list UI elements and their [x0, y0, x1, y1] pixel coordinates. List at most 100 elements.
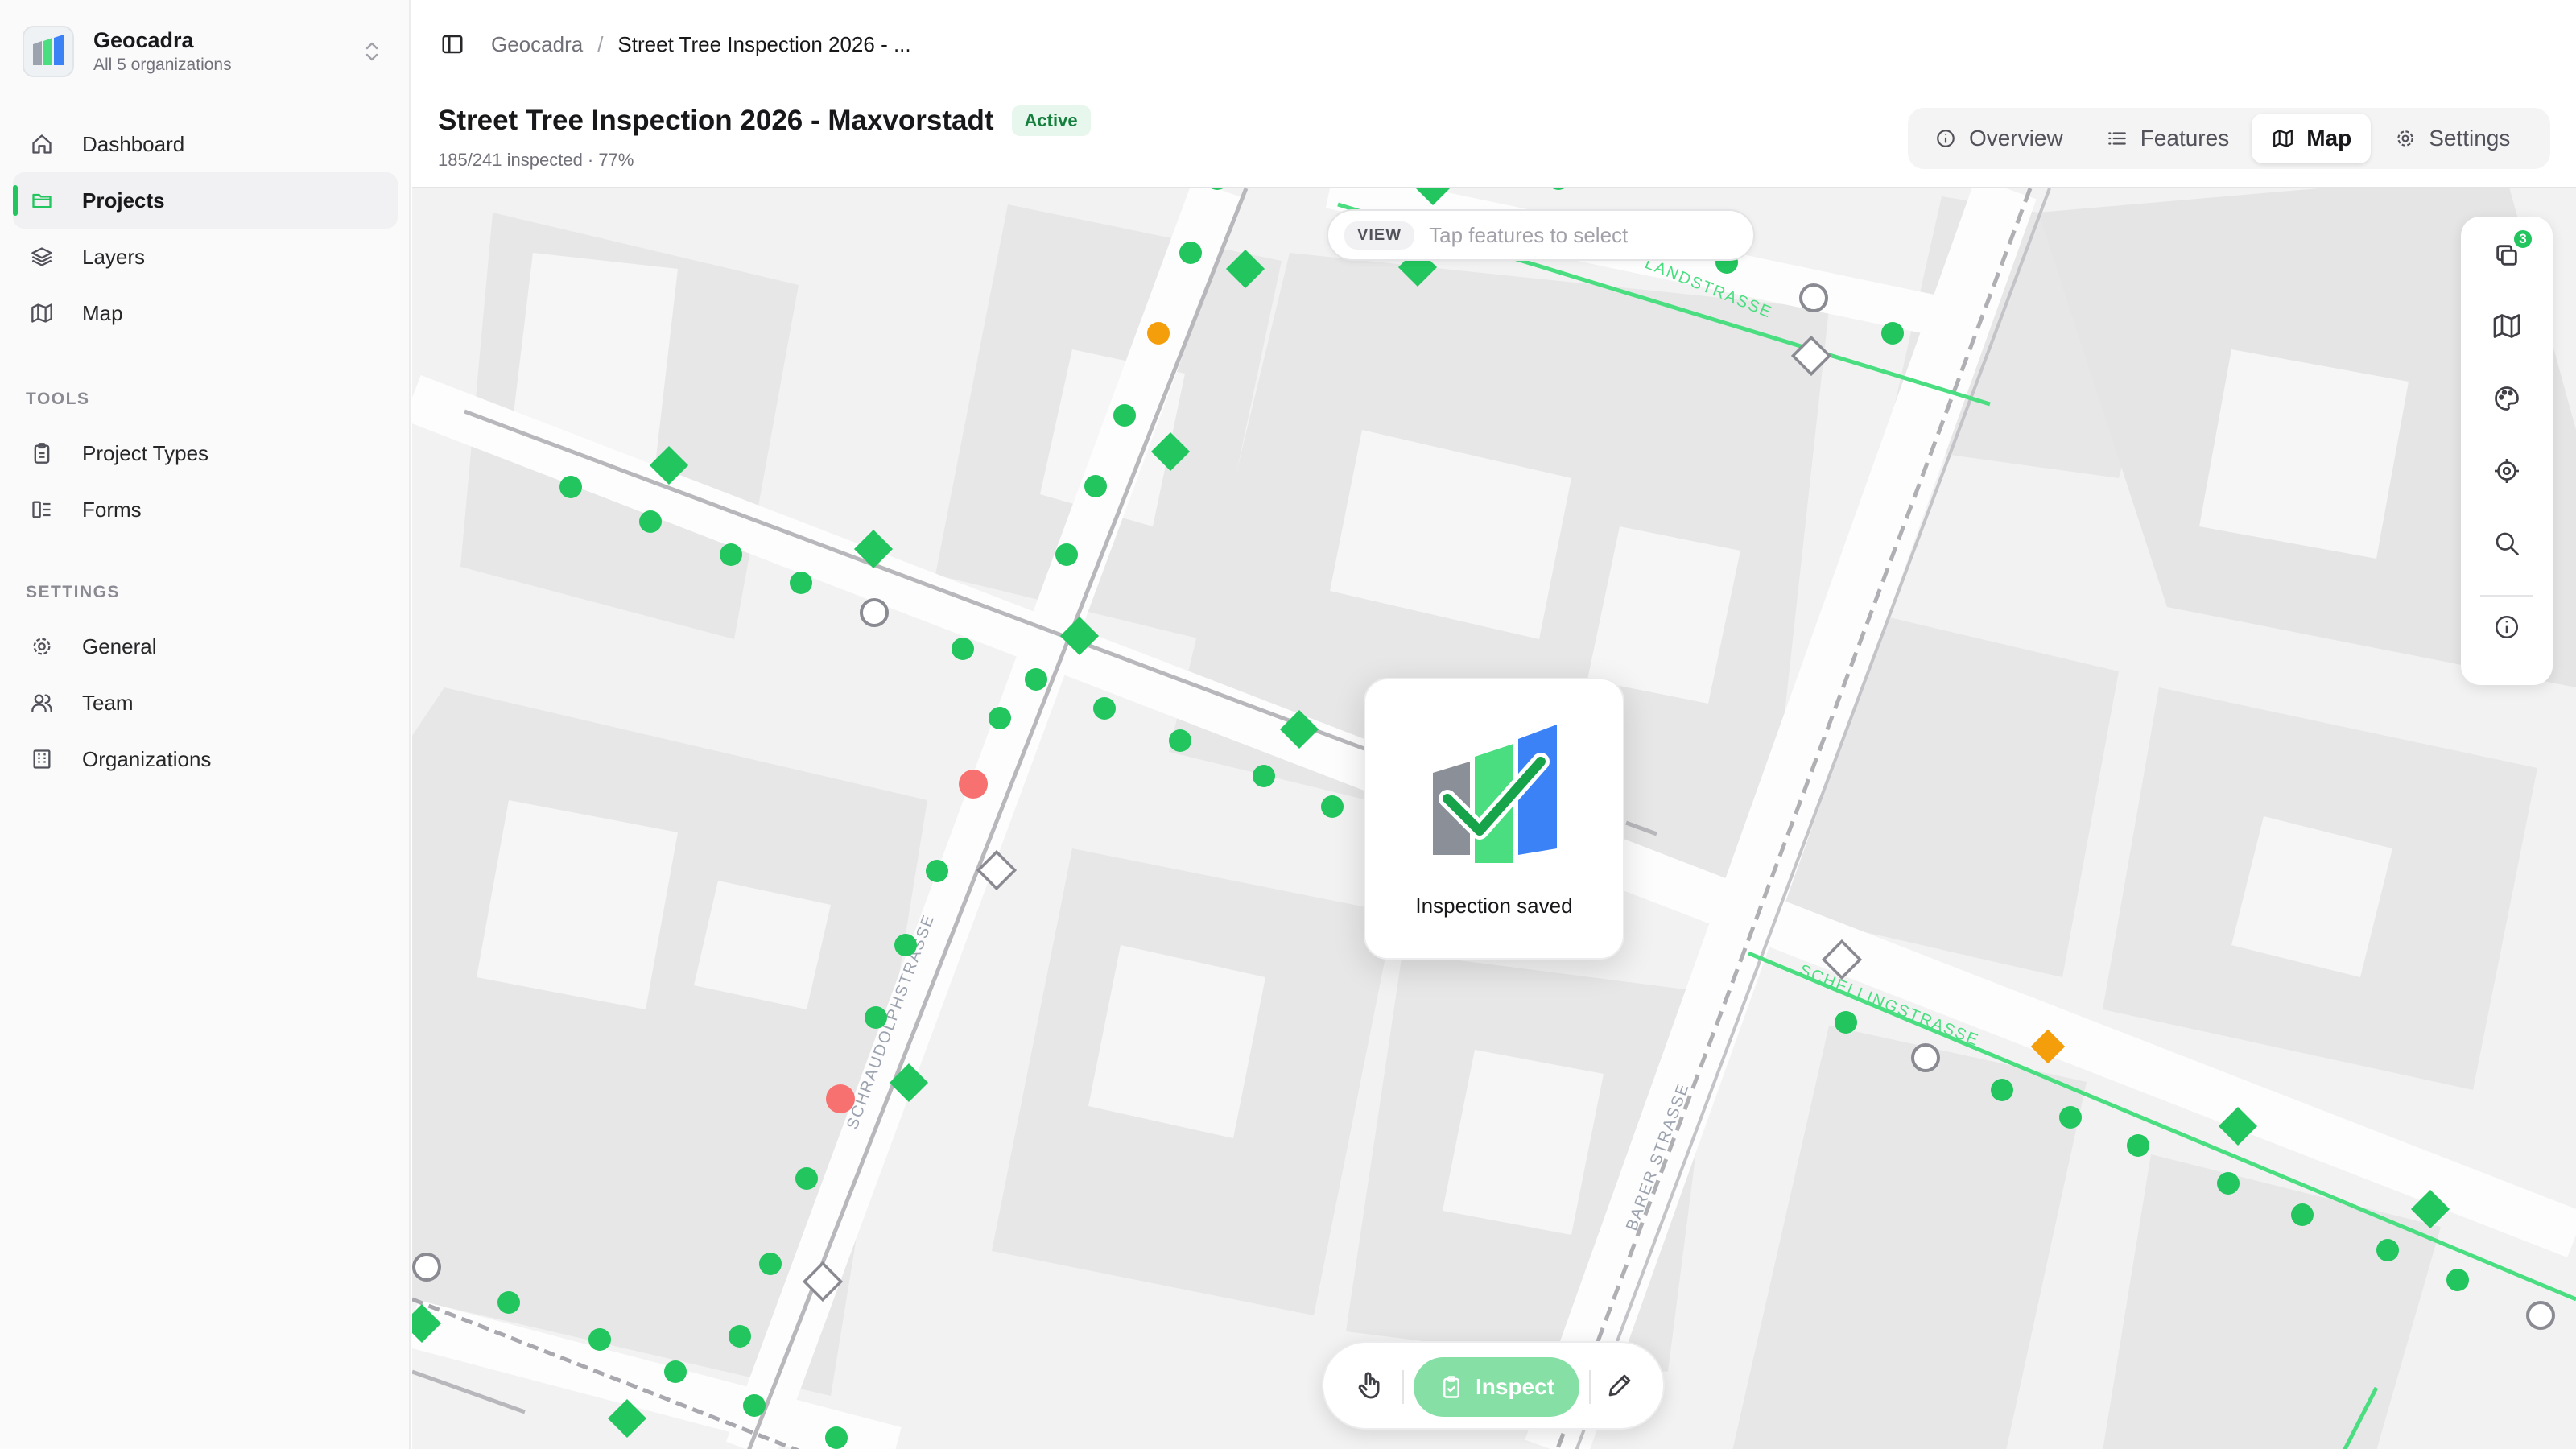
tree-point-uninspected[interactable] — [2526, 1301, 2555, 1330]
nav-label: Project Types — [82, 440, 209, 465]
tree-point-inspected[interactable] — [1113, 404, 1136, 427]
title-row: Street Tree Inspection 2026 - Maxvorstad… — [438, 105, 1091, 137]
tree-point-inspected[interactable] — [729, 1325, 751, 1348]
layers-toggle-button[interactable]: 3 — [2483, 228, 2534, 281]
mode-hint: Tap features to select — [1429, 222, 1629, 247]
nav-item-project-types[interactable]: Project Types — [13, 425, 398, 481]
layer-count-badge: 3 — [2512, 228, 2534, 250]
basemap-button[interactable] — [2483, 303, 2531, 352]
status-badge: Active — [1011, 105, 1091, 136]
topbar: Geocadra / Street Tree Inspection 2026 -… — [412, 0, 2576, 89]
tree-point-inspected[interactable] — [1093, 697, 1116, 720]
tree-point-issue[interactable] — [959, 770, 988, 799]
tree-point-inspected[interactable] — [759, 1253, 782, 1275]
nav-label: Organizations — [82, 746, 212, 771]
tree-point-inspected[interactable] — [1991, 1079, 2013, 1101]
inspect-label: Inspect — [1475, 1374, 1555, 1399]
tree-point-inspected[interactable] — [664, 1360, 687, 1383]
crosshair-icon — [2492, 456, 2521, 489]
gear-icon — [2393, 126, 2417, 151]
tree-point-inspected[interactable] — [720, 543, 742, 566]
search-icon — [2492, 529, 2521, 562]
tree-point-inspected[interactable] — [2446, 1269, 2469, 1291]
tree-point-inspected[interactable] — [1321, 795, 1344, 818]
tree-point-inspected[interactable] — [795, 1167, 818, 1190]
palette-icon — [2492, 384, 2521, 417]
tree-point-inspected[interactable] — [1881, 322, 1904, 345]
tab-features[interactable]: Features — [2086, 114, 2249, 163]
tree-point-issue[interactable] — [826, 1084, 855, 1113]
search-button[interactable] — [2483, 521, 2531, 569]
tree-point-inspected[interactable] — [825, 1426, 848, 1449]
breadcrumb-root[interactable]: Geocadra — [491, 32, 583, 57]
layers-icon — [29, 244, 55, 270]
mode-tag: VIEW — [1344, 221, 1415, 250]
nav-item-team[interactable]: Team — [13, 675, 398, 731]
section-label-tools: TOOLS — [26, 390, 90, 408]
tree-point-uninspected[interactable] — [412, 1253, 441, 1282]
nav-item-organizations[interactable]: Organizations — [13, 731, 398, 787]
locate-button[interactable] — [2483, 448, 2531, 497]
tab-label: Settings — [2429, 126, 2511, 151]
nav-item-general[interactable]: General — [13, 618, 398, 675]
tree-point-inspected[interactable] — [559, 476, 582, 498]
nav-item-dashboard[interactable]: Dashboard — [13, 116, 398, 172]
inspect-button[interactable]: Inspect — [1414, 1357, 1579, 1417]
tree-point-inspected[interactable] — [2291, 1203, 2314, 1226]
tree-point-warning[interactable] — [1147, 322, 1170, 345]
tree-point-inspected[interactable] — [743, 1394, 766, 1417]
form-icon — [29, 497, 55, 522]
tab-label: Features — [2140, 126, 2230, 151]
edit-mode-button[interactable] — [1597, 1364, 1642, 1410]
nav-item-map[interactable]: Map — [13, 285, 398, 341]
tree-point-uninspected[interactable] — [860, 598, 889, 627]
tree-point-uninspected[interactable] — [1911, 1043, 1940, 1072]
nav-item-forms[interactable]: Forms — [13, 481, 398, 538]
tree-point-inspected[interactable] — [926, 860, 948, 882]
tree-point-inspected[interactable] — [2059, 1106, 2082, 1129]
tree-point-inspected[interactable] — [1084, 475, 1107, 497]
tree-point-inspected[interactable] — [1025, 668, 1047, 691]
page-title: Street Tree Inspection 2026 - Maxvorstad… — [438, 105, 994, 136]
rail-divider — [2480, 595, 2533, 597]
tree-point-inspected[interactable] — [588, 1328, 611, 1351]
map-canvas[interactable]: LANDSTRASSE SCHRAUDOLPHSTRASSE SCHELLING… — [412, 187, 2576, 1449]
progress-text: 185/241 inspected · 77% — [438, 150, 634, 170]
tree-point-inspected[interactable] — [2217, 1172, 2240, 1195]
home-icon — [29, 131, 55, 157]
tree-point-inspected[interactable] — [1169, 729, 1191, 752]
check-logo-icon — [1430, 720, 1562, 869]
nav-label: Map — [82, 300, 123, 325]
tree-point-inspected[interactable] — [1179, 242, 1202, 264]
info-icon — [1934, 126, 1958, 151]
org-switcher[interactable]: Geocadra All 5 organizations — [23, 23, 388, 80]
tab-overview[interactable]: Overview — [1914, 114, 2083, 163]
tree-point-inspected[interactable] — [639, 510, 662, 533]
tree-point-inspected[interactable] — [952, 638, 974, 660]
pan-mode-button[interactable] — [1348, 1364, 1393, 1410]
nav-item-layers[interactable]: Layers — [13, 229, 398, 285]
tree-point-inspected[interactable] — [497, 1291, 520, 1314]
style-button[interactable] — [2483, 376, 2531, 424]
info-button[interactable] — [2483, 605, 2531, 653]
gear-icon — [29, 634, 55, 659]
tab-settings[interactable]: Settings — [2374, 114, 2529, 163]
toast-message: Inspection saved — [1415, 894, 1573, 918]
tree-point-inspected[interactable] — [790, 572, 812, 594]
tree-point-inspected[interactable] — [1835, 1011, 1857, 1034]
tree-point-inspected[interactable] — [1055, 543, 1078, 566]
hand-pointer-icon — [1354, 1369, 1386, 1406]
tab-map[interactable]: Map — [2252, 114, 2372, 163]
sidebar-toggle-icon[interactable] — [436, 28, 469, 60]
tree-point-inspected[interactable] — [2127, 1134, 2149, 1157]
tree-point-inspected[interactable] — [2376, 1239, 2399, 1261]
tree-point-inspected[interactable] — [1253, 765, 1275, 787]
tree-point-inspected[interactable] — [894, 934, 917, 956]
nav-item-projects[interactable]: Projects — [13, 172, 398, 229]
tree-point-inspected[interactable] — [865, 1006, 887, 1029]
tree-point-inspected[interactable] — [1547, 188, 1570, 190]
tree-point-inspected[interactable] — [989, 707, 1011, 729]
tree-point-uninspected[interactable] — [1799, 283, 1828, 312]
map-action-bar: Inspect — [1322, 1341, 1665, 1430]
chevrons-up-down-icon[interactable] — [356, 35, 388, 68]
